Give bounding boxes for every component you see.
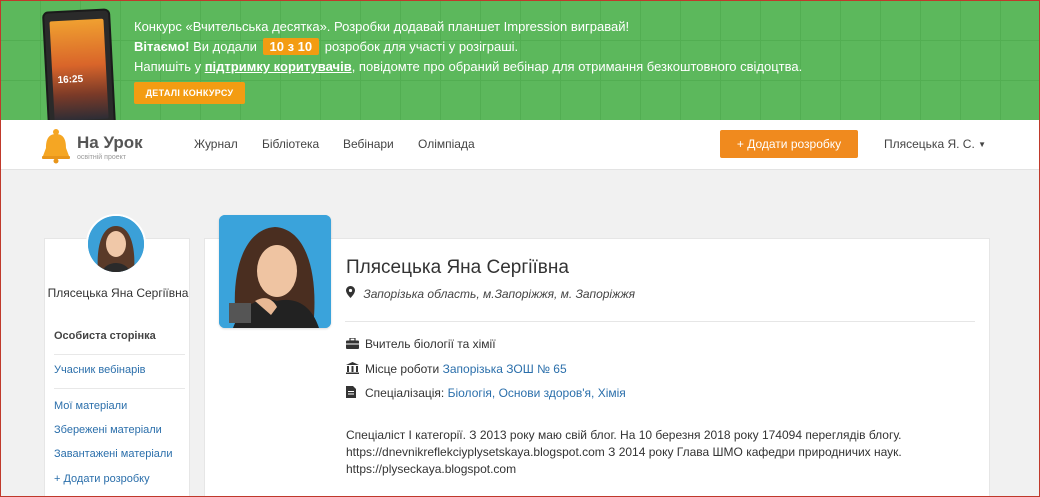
write-suffix: , повідомте про обраний вебінар для отри… [351, 59, 803, 74]
bell-icon [42, 129, 70, 164]
nav-journal[interactable]: Журнал [194, 137, 238, 151]
banner-text: Конкурс «Вчительська десятка». Розробки … [134, 17, 802, 77]
sidebar-item-my-materials[interactable]: Мої матеріали [54, 400, 127, 412]
workplace-link[interactable]: Запорізька ЗОШ № 65 [443, 362, 567, 376]
sidebar-item-downloaded-materials[interactable]: Завантажені матеріали [54, 448, 172, 460]
avatar-portrait [88, 216, 144, 272]
sidebar-avatar[interactable] [86, 214, 146, 274]
tablet-image: 16:25 [41, 8, 117, 120]
bio-line: https://dnevnikreflekciyplysetskaya.blog… [346, 445, 902, 459]
banner-line-2: Вітаємо! Ви додали 10 з 10 розробок для … [134, 37, 802, 57]
profile-sidebar: Плясецька Яна Сергіївна Особиста сторінк… [44, 238, 190, 497]
sidebar-name: Плясецька Яна Сергіївна [47, 286, 189, 300]
sidebar-item-saved-materials[interactable]: Збережені матеріали [54, 424, 162, 436]
user-name: Плясецька Я. С. [884, 137, 975, 151]
sidebar-divider [54, 354, 185, 355]
location-text: Запорізька область, м.Запоріжжя, м. Запо… [363, 287, 636, 301]
user-menu[interactable]: Плясецька Я. С. ▼ [884, 137, 986, 151]
greeting: Вітаємо! [134, 39, 190, 54]
profile-portrait [219, 215, 331, 328]
bio-line: https://plyseckaya.blogspot.com [346, 462, 517, 476]
nav-olympiad[interactable]: Олімпіада [418, 137, 475, 151]
bio-line: Спеціаліст І категорії. З 2013 року маю … [346, 428, 902, 442]
logo[interactable]: На Урок освітній проект [40, 128, 160, 164]
specialization-label: Спеціалізація: [365, 386, 445, 400]
position-text: Вчитель біології та хімії [365, 337, 496, 351]
added-suffix: розробок для участі у розіграші. [324, 39, 519, 54]
document-icon [346, 386, 360, 401]
nav-webinars[interactable]: Вебінари [343, 137, 394, 151]
tablet-clock: 16:25 [57, 73, 84, 87]
logo-title: На Урок [77, 133, 143, 152]
profile-photo[interactable] [219, 215, 331, 328]
card-divider [345, 321, 975, 322]
specialization-row: Спеціалізація: Біологія, Основи здоров'я… [346, 386, 626, 401]
workplace-row: Місце роботи Запорізька ЗОШ № 65 [346, 362, 567, 377]
count-badge: 10 з 10 [262, 38, 320, 55]
banner-line-1: Конкурс «Вчительська десятка». Розробки … [134, 19, 630, 34]
sidebar-item-webinar-participant[interactable]: Учасник вебінарів [54, 364, 145, 376]
workplace-label: Місце роботи [365, 362, 440, 376]
caret-down-icon: ▼ [978, 140, 987, 149]
sidebar-item-add-material[interactable]: + Додати розробку [54, 473, 150, 485]
briefcase-icon [346, 337, 360, 352]
sidebar-divider [54, 388, 185, 389]
profile-bio: Спеціаліст І категорії. З 2013 року маю … [346, 427, 926, 478]
add-material-button[interactable]: + Додати розробку [720, 130, 858, 158]
logo-subtitle: освітній проект [77, 154, 126, 161]
sidebar-item-personal-page[interactable]: Особиста сторінка [54, 330, 156, 342]
contest-banner: 16:25 Конкурс «Вчительська десятка». Роз… [0, 0, 1040, 120]
profile-location: Запорізька область, м.Запоріжжя, м. Запо… [346, 286, 635, 301]
specialization-links[interactable]: Біологія, Основи здоров'я, Хімія [448, 386, 626, 400]
contest-details-button[interactable]: ДЕТАЛІ КОНКУРСУ [134, 82, 245, 104]
profile-name: Плясецька Яна Сергіївна [346, 257, 569, 278]
added-prefix: Ви додали [193, 39, 257, 54]
top-navbar: На Урок освітній проект Журнал Бібліотек… [0, 120, 1040, 170]
institution-icon [346, 362, 360, 377]
nav-library[interactable]: Бібліотека [262, 137, 319, 151]
position-row: Вчитель біології та хімії [346, 337, 496, 352]
support-link[interactable]: підтримку коритувачів [205, 59, 352, 74]
map-marker-icon [346, 286, 358, 301]
write-prefix: Напишіть у [134, 59, 202, 74]
banner-line-3: Напишіть у підтримку коритувачів, повідо… [134, 57, 802, 77]
